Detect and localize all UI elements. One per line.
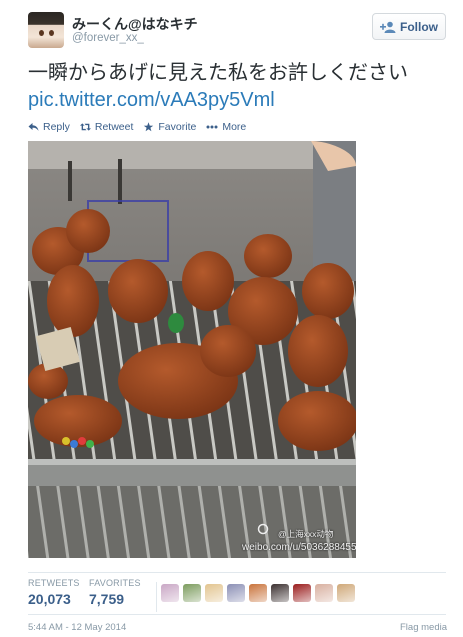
user-display-name[interactable]: みーくん@はなキチ <box>72 14 198 34</box>
retweet-label: Retweet <box>94 121 134 133</box>
reply-icon <box>28 123 39 131</box>
puppies-photo <box>28 141 356 558</box>
favoriters-avatars <box>161 584 355 602</box>
add-user-icon <box>380 21 396 33</box>
star-icon <box>144 122 154 132</box>
favoriter-avatar-3[interactable] <box>205 584 223 602</box>
more-action[interactable]: More <box>206 121 246 133</box>
favoriter-avatar-4[interactable] <box>227 584 245 602</box>
tweet-actions: Reply Retweet Favorite More <box>28 120 256 134</box>
tweet-timestamp[interactable]: 5:44 AM - 12 May 2014 <box>28 622 126 633</box>
favoriter-avatar-2[interactable] <box>183 584 201 602</box>
more-dots-icon <box>206 125 218 129</box>
tweet-text: 一瞬からあげに見えた私をお許しください pic.twitter.com/vAA3… <box>28 60 448 114</box>
stats-divider-top <box>28 572 446 573</box>
more-label: More <box>222 121 247 133</box>
tweet-media-link[interactable]: pic.twitter.com/vAA3py5Vml <box>28 87 448 114</box>
user-handle[interactable]: @forever_xx_ <box>72 32 144 44</box>
follow-button[interactable]: Follow <box>372 13 446 40</box>
favorites-label: FAVORITES <box>89 578 141 588</box>
stats-divider-bottom <box>28 614 446 615</box>
favorites-stat[interactable]: FAVORITES 7,759 <box>89 578 141 607</box>
favoriter-avatar-1[interactable] <box>161 584 179 602</box>
follow-label: Follow <box>400 19 438 34</box>
photo-watermark-url: weibo.com/u/5036288455 <box>242 542 356 553</box>
favorites-count: 7,759 <box>89 591 125 607</box>
favorite-label: Favorite <box>158 121 197 133</box>
retweets-count: 20,073 <box>28 591 71 607</box>
avatar-eye <box>39 30 44 36</box>
user-avatar[interactable] <box>28 12 64 48</box>
reply-action[interactable]: Reply <box>28 121 70 133</box>
favoriter-avatar-7[interactable] <box>293 584 311 602</box>
favoriter-avatar-6[interactable] <box>271 584 289 602</box>
favoriter-avatar-5[interactable] <box>249 584 267 602</box>
retweets-stat[interactable]: RETWEETS 20,073 <box>28 578 80 607</box>
retweet-icon <box>79 123 91 131</box>
photo-watermark-handle: @上海xxx动物 <box>278 529 334 539</box>
flag-media-link[interactable]: Flag media <box>400 622 447 633</box>
stats-separator <box>156 582 157 612</box>
reply-label: Reply <box>43 121 70 133</box>
favorite-action[interactable]: Favorite <box>143 121 196 133</box>
tweet-body: 一瞬からあげに見えた私をお許しください <box>28 62 408 84</box>
retweet-action[interactable]: Retweet <box>79 121 134 133</box>
favoriter-avatar-8[interactable] <box>315 584 333 602</box>
avatar-eye <box>49 30 54 36</box>
favoriter-avatar-9[interactable] <box>337 584 355 602</box>
tweet-photo[interactable]: @上海xxx动物 weibo.com/u/5036288455 <box>28 141 356 558</box>
retweets-label: RETWEETS <box>28 578 80 588</box>
